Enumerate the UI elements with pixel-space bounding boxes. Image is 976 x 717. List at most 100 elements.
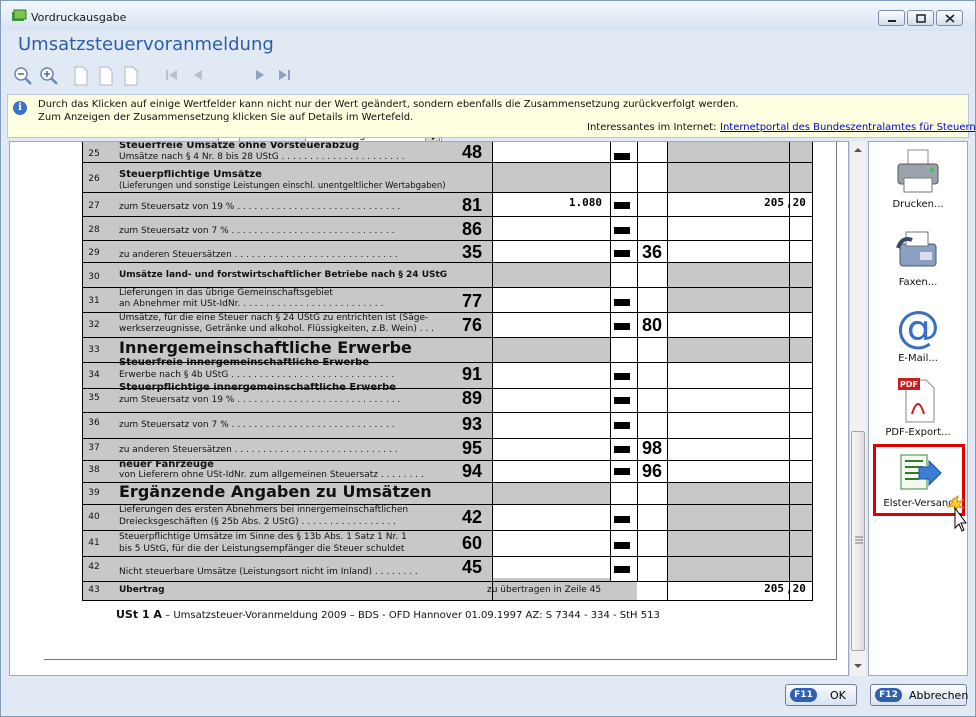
row-title: Umsätze land- und forstwirtschaftlicher … [119,270,448,280]
form-page: 25 Steuerfreie Umsätze ohne Vorsteuerabz… [44,142,837,660]
row-number: 30 [88,272,100,282]
row-title: neuer Fahrzeuge [119,460,214,470]
code-35: 35 [461,242,483,262]
main-window: Vordruckausgabe Umsatzsteuervoranmeldung… [0,0,976,717]
row-text: zu anderen Steuersätzen . . . . . . . . … [119,445,398,455]
email-icon: @ [896,302,940,350]
cancel-button[interactable]: F12 Abbrechen [870,684,969,706]
pdf-export-action[interactable]: PDF PDF-Export... [871,376,965,448]
tax-field-81[interactable]: 205 [722,196,784,209]
minimize-button[interactable] [878,10,905,26]
internet-link[interactable]: Internetportal des Bundeszentralamtes fü… [720,122,975,133]
row-number: 34 [88,370,100,380]
code-76: 76 [461,315,483,335]
carryover-field[interactable]: 205 [722,582,784,595]
row-text: Erwerbe nach § 4b UStG . . . . . . . . .… [119,370,395,380]
info-line-1: Durch das Klicken auf einige Wertfelder … [38,99,739,110]
page-single-icon[interactable] [73,66,89,86]
fax-label: Faxen... [898,277,938,288]
window-title: Vordruckausgabe [31,11,127,24]
code-36: 36 [641,242,663,262]
ok-button[interactable]: F11 OK [785,684,857,706]
row-title: Ergänzende Angaben zu Umsätzen [119,483,432,501]
f12-key-badge: F12 [875,688,902,702]
next-page-icon[interactable] [253,66,267,84]
row-title: Steuerfreie innergemeinschaftliche Erwer… [119,358,370,368]
row-title: Steuerfreie Umsätze ohne Vorsteuerabzug [119,142,360,151]
toolbar: 1 mit Hintergrund [1,61,975,146]
bottom-bar: F11 OK F12 Abbrechen [1,679,975,716]
row-number: 40 [88,512,100,522]
row-number: 28 [88,225,100,235]
code-48: 48 [461,142,483,162]
row-text: Umsätze nach § 4 Nr. 8 bis 28 UStG . . .… [119,152,405,162]
row-text: zu übertragen in Zeile 45 [487,585,602,595]
form-footer-note: USt 1 A – Umsatzsteuer-Voranmeldung 2009… [116,608,660,621]
row-text: an Abnehmer mit USt-IdNr. . . . . . . . … [119,299,384,309]
app-icon [12,9,27,21]
minimize-icon [888,20,896,22]
code-80: 80 [641,315,663,335]
last-page-icon[interactable] [276,66,292,84]
page-title: Umsatzsteuervoranmeldung [18,34,274,55]
row-text: zum Steuersatz von 19 % . . . . . . . . … [119,202,401,212]
document-view[interactable]: 25 Steuerfreie Umsätze ohne Vorsteuerabz… [9,141,849,676]
code-45: 45 [461,557,483,577]
row-text: zum Steuersatz von 7 % . . . . . . . . .… [119,226,395,236]
title-bar: Vordruckausgabe [1,1,975,31]
row-title: Steuerpflichtige innergemeinschaftliche … [119,383,397,393]
code-93: 93 [461,414,483,434]
maximize-icon [916,14,926,23]
pdf-icon: PDF [898,378,935,423]
scroll-down-icon[interactable] [854,663,862,669]
scrollbar-thumb[interactable] [851,431,865,651]
zoom-out-icon[interactable] [13,66,33,86]
row-text: bis 5 UStG, für die der Leistungsempfäng… [119,544,405,554]
svg-text:PDF: PDF [900,380,918,389]
code-89: 89 [461,388,483,408]
vat-form: 25 Steuerfreie Umsätze ohne Vorsteuerabz… [82,142,814,601]
row-title: Übertrag [119,585,165,595]
row-number: 38 [88,465,100,475]
row-number: 42 [88,562,100,572]
vertical-scrollbar[interactable] [849,141,866,676]
print-action[interactable]: Drucken... [871,148,965,220]
row-text: Nicht steuerbare Umsätze (Leistungsort n… [119,567,418,577]
code-77: 77 [461,291,483,311]
zoom-in-icon[interactable] [39,66,59,86]
row-number: 36 [88,418,100,428]
prev-page-icon[interactable] [191,66,205,84]
maximize-button[interactable] [907,10,934,26]
row-number: 32 [88,320,100,330]
close-button[interactable] [936,10,963,26]
row-text: von Lieferern ohne USt-IdNr. zum allgeme… [119,470,424,480]
tax-cents-81: ,20 [786,196,806,209]
row-number: 43 [88,585,100,595]
code-91: 91 [461,364,483,384]
code-95: 95 [461,438,483,458]
scroll-up-icon[interactable] [854,147,862,153]
cancel-label: Abbrechen [909,689,969,702]
row-text: zum Steuersatz von 7 % . . . . . . . . .… [119,420,395,430]
row-number: 41 [88,538,100,548]
print-label: Drucken... [892,199,944,210]
row-text: Lieferungen in das übrige Gemeinschaftsg… [119,288,333,298]
output-actions-panel: Drucken... Faxen... @ E-Mail... PDF PDF-… [868,141,968,676]
ok-label: OK [830,689,846,702]
close-icon [945,14,955,23]
page-width-icon[interactable] [98,66,114,86]
row-number: 37 [88,443,100,453]
grip-icon [855,536,863,544]
page-full-icon[interactable] [123,66,139,86]
info-line-2: Zum Anzeigen der Zusammensetzung klicken… [38,112,414,123]
fax-action[interactable]: Faxen... [871,226,965,298]
row-number: 27 [88,201,100,211]
row-text: zu anderen Steuersätzen . . . . . . . . … [119,250,398,260]
row-number: 29 [88,248,100,258]
internet-label: Interessantes im Internet: [587,122,717,133]
mouse-cursor-icon [947,494,967,532]
email-action[interactable]: @ E-Mail... [871,302,965,374]
first-page-icon[interactable] [164,66,180,84]
code-94: 94 [461,461,483,481]
amount-field-81[interactable]: 1.080 [522,196,602,209]
